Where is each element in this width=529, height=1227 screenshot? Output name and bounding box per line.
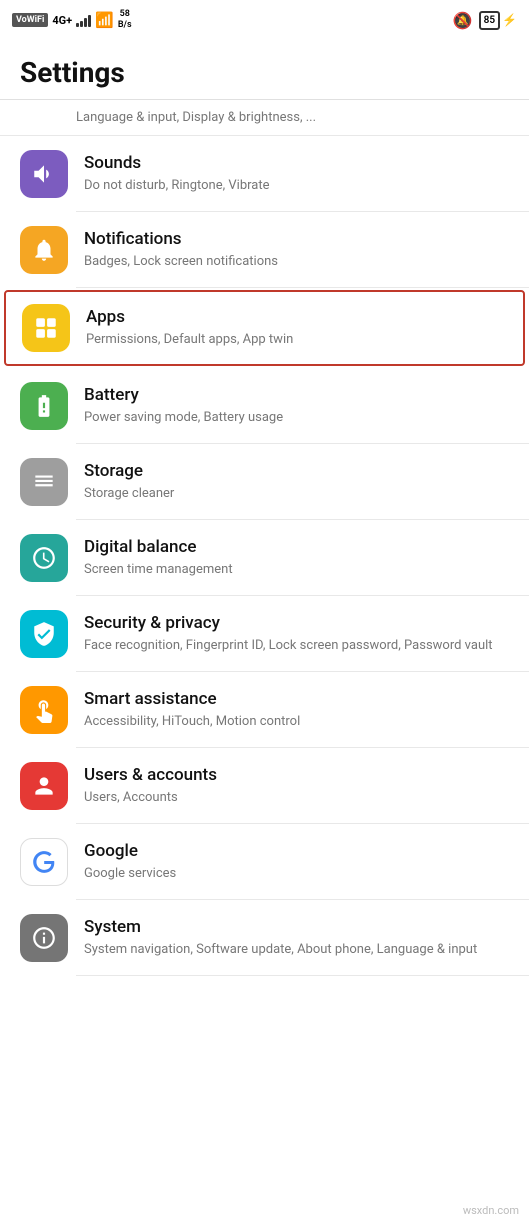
sounds-icon — [20, 150, 68, 198]
security-privacy-text: Security & privacy Face recognition, Fing… — [84, 612, 509, 655]
google-icon — [20, 838, 68, 886]
sounds-text: Sounds Do not disturb, Ringtone, Vibrate — [84, 152, 509, 195]
signal-bars — [76, 13, 91, 27]
storage-title: Storage — [84, 460, 509, 482]
settings-item-google[interactable]: Google Google services — [0, 824, 529, 900]
status-bar: VoWiFi 4G+ 📶 58 B/s 🔕 85 ⚡ — [0, 0, 529, 40]
digital-balance-icon — [20, 534, 68, 582]
settings-item-system[interactable]: System System navigation, Software update… — [0, 900, 529, 976]
previous-item-hint: Language & input, Display & brightness, … — [0, 100, 529, 136]
system-icon — [20, 914, 68, 962]
wifi-icon: 📶 — [95, 11, 114, 29]
security-privacy-icon — [20, 610, 68, 658]
settings-item-users-accounts[interactable]: Users & accounts Users, Accounts — [0, 748, 529, 824]
notifications-title: Notifications — [84, 228, 509, 250]
google-title: Google — [84, 840, 509, 862]
google-text: Google Google services — [84, 840, 509, 883]
google-subtitle: Google services — [84, 865, 509, 883]
security-privacy-subtitle: Face recognition, Fingerprint ID, Lock s… — [84, 637, 509, 655]
settings-item-battery[interactable]: Battery Power saving mode, Battery usage — [0, 368, 529, 444]
bar4 — [88, 15, 91, 27]
battery-indicator: 85 ⚡ — [479, 11, 517, 30]
vowifi-badge: VoWiFi — [12, 13, 48, 27]
users-accounts-title: Users & accounts — [84, 764, 509, 786]
smart-assistance-subtitle: Accessibility, HiTouch, Motion control — [84, 713, 509, 731]
settings-item-digital-balance[interactable]: Digital balance Screen time management — [0, 520, 529, 596]
settings-list: Sounds Do not disturb, Ringtone, Vibrate N… — [0, 136, 529, 976]
system-text: System System navigation, Software update… — [84, 916, 509, 959]
digital-balance-title: Digital balance — [84, 536, 509, 558]
watermark: wsxdn.com — [463, 1204, 519, 1217]
users-accounts-text: Users & accounts Users, Accounts — [84, 764, 509, 807]
security-privacy-title: Security & privacy — [84, 612, 509, 634]
settings-item-apps[interactable]: Apps Permissions, Default apps, App twin — [4, 290, 525, 366]
battery-text: Battery Power saving mode, Battery usage — [84, 384, 509, 427]
digital-balance-text: Digital balance Screen time management — [84, 536, 509, 579]
settings-item-sounds[interactable]: Sounds Do not disturb, Ringtone, Vibrate — [0, 136, 529, 212]
bar1 — [76, 23, 79, 27]
battery-subtitle: Power saving mode, Battery usage — [84, 409, 509, 427]
digital-balance-subtitle: Screen time management — [84, 561, 509, 579]
settings-item-security-privacy[interactable]: Security & privacy Face recognition, Fing… — [0, 596, 529, 672]
storage-icon — [20, 458, 68, 506]
bar2 — [80, 21, 83, 27]
battery-icon — [20, 382, 68, 430]
notifications-subtitle: Badges, Lock screen notifications — [84, 253, 509, 271]
notifications-icon — [20, 226, 68, 274]
charging-icon: ⚡ — [502, 13, 517, 27]
settings-item-smart-assistance[interactable]: Smart assistance Accessibility, HiTouch, … — [0, 672, 529, 748]
system-title: System — [84, 916, 509, 938]
speed-indicator: 58 B/s — [118, 9, 132, 31]
smart-assistance-title: Smart assistance — [84, 688, 509, 710]
speed-value: 58 — [118, 9, 132, 20]
signal-type: 4G+ — [52, 14, 72, 27]
storage-text: Storage Storage cleaner — [84, 460, 509, 503]
bar3 — [84, 18, 87, 27]
users-accounts-icon — [20, 762, 68, 810]
apps-title: Apps — [86, 306, 507, 328]
notifications-text: Notifications Badges, Lock screen notific… — [84, 228, 509, 271]
smart-assistance-icon — [20, 686, 68, 734]
apps-text: Apps Permissions, Default apps, App twin — [86, 306, 507, 349]
sounds-subtitle: Do not disturb, Ringtone, Vibrate — [84, 177, 509, 195]
previous-item-text: Language & input, Display & brightness, … — [76, 110, 509, 125]
bell-slash-icon: 🔕 — [453, 11, 473, 30]
battery-title: Battery — [84, 384, 509, 406]
settings-item-notifications[interactable]: Notifications Badges, Lock screen notific… — [0, 212, 529, 288]
battery-percent: 85 — [484, 15, 495, 26]
storage-subtitle: Storage cleaner — [84, 485, 509, 503]
status-right: 🔕 85 ⚡ — [453, 11, 517, 30]
users-accounts-subtitle: Users, Accounts — [84, 789, 509, 807]
apps-icon — [22, 304, 70, 352]
system-subtitle: System navigation, Software update, Abou… — [84, 941, 509, 959]
settings-item-storage[interactable]: Storage Storage cleaner — [0, 444, 529, 520]
speed-unit: B/s — [118, 20, 132, 31]
apps-subtitle: Permissions, Default apps, App twin — [86, 331, 507, 349]
battery-box: 85 — [479, 11, 500, 30]
smart-assistance-text: Smart assistance Accessibility, HiTouch, … — [84, 688, 509, 731]
page-title: Settings — [0, 40, 529, 99]
status-left: VoWiFi 4G+ 📶 58 B/s — [12, 9, 132, 31]
sounds-title: Sounds — [84, 152, 509, 174]
